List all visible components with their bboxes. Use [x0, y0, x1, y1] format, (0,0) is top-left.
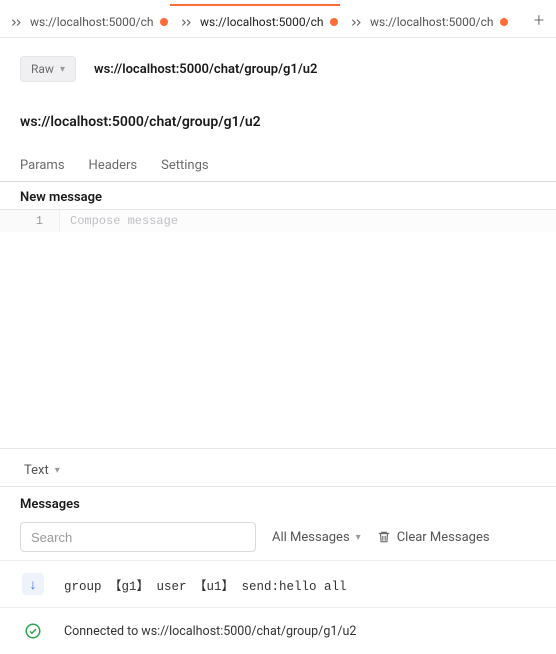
clear-messages-button[interactable]: Clear Messages [377, 530, 490, 545]
messages-label: Messages [0, 487, 556, 518]
format-label: Text [24, 463, 49, 478]
modified-dot-icon [160, 18, 168, 26]
tab-label: ws://localhost:5000/ch [30, 15, 154, 29]
request-subtabs: Params Headers Settings [0, 140, 556, 182]
add-tab-button[interactable]: + [522, 4, 556, 37]
search-input[interactable] [20, 522, 256, 552]
tab-0[interactable]: ws://localhost:5000/ch [0, 4, 170, 37]
tab-label: ws://localhost:5000/ch [370, 15, 494, 29]
websocket-icon [350, 15, 364, 29]
tab-settings[interactable]: Settings [161, 158, 208, 181]
modified-dot-icon [330, 18, 338, 26]
tab-params[interactable]: Params [20, 158, 65, 181]
tab-2[interactable]: ws://localhost:5000/ch [340, 4, 510, 37]
clear-label: Clear Messages [397, 530, 490, 545]
trash-icon [377, 530, 391, 544]
filter-label: All Messages [272, 530, 350, 545]
tab-headers[interactable]: Headers [89, 158, 138, 181]
page-title: ws://localhost:5000/chat/group/g1/u2 [0, 90, 556, 140]
message-text: Connected to ws://localhost:5000/chat/gr… [64, 624, 356, 639]
message-row[interactable]: ↓ group 【g1】 user 【u1】 send:hello all [0, 560, 556, 607]
compose-message-input[interactable] [60, 210, 556, 232]
raw-dropdown[interactable]: Raw ▾ [20, 56, 76, 82]
chevron-down-icon: ▾ [60, 64, 65, 75]
message-text: group 【g1】 user 【u1】 send:hello all [64, 575, 347, 594]
format-dropdown[interactable]: Text ▾ [0, 449, 556, 487]
incoming-arrow-icon: ↓ [22, 573, 44, 595]
chevron-down-icon: ▾ [356, 532, 361, 543]
tab-label: ws://localhost:5000/ch [200, 15, 324, 29]
check-circle-icon [20, 618, 46, 644]
chevron-down-icon: ▾ [55, 465, 60, 476]
tab-bar: ws://localhost:5000/ch ws://localhost:50… [0, 0, 556, 38]
websocket-icon [180, 15, 194, 29]
request-url[interactable]: ws://localhost:5000/chat/group/g1/u2 [94, 62, 317, 77]
messages-filter-dropdown[interactable]: All Messages ▾ [272, 530, 361, 545]
websocket-icon [10, 15, 24, 29]
modified-dot-icon [500, 18, 508, 26]
tab-1[interactable]: ws://localhost:5000/ch [170, 4, 340, 37]
messages-toolbar: All Messages ▾ Clear Messages [0, 518, 556, 560]
new-message-label: New message [0, 182, 556, 209]
request-toolbar: Raw ▾ ws://localhost:5000/chat/group/g1/… [0, 38, 556, 90]
raw-label: Raw [31, 62, 54, 76]
plus-icon: + [534, 10, 544, 31]
message-editor: 1 [0, 209, 556, 449]
editor-line-number: 1 [0, 210, 60, 232]
